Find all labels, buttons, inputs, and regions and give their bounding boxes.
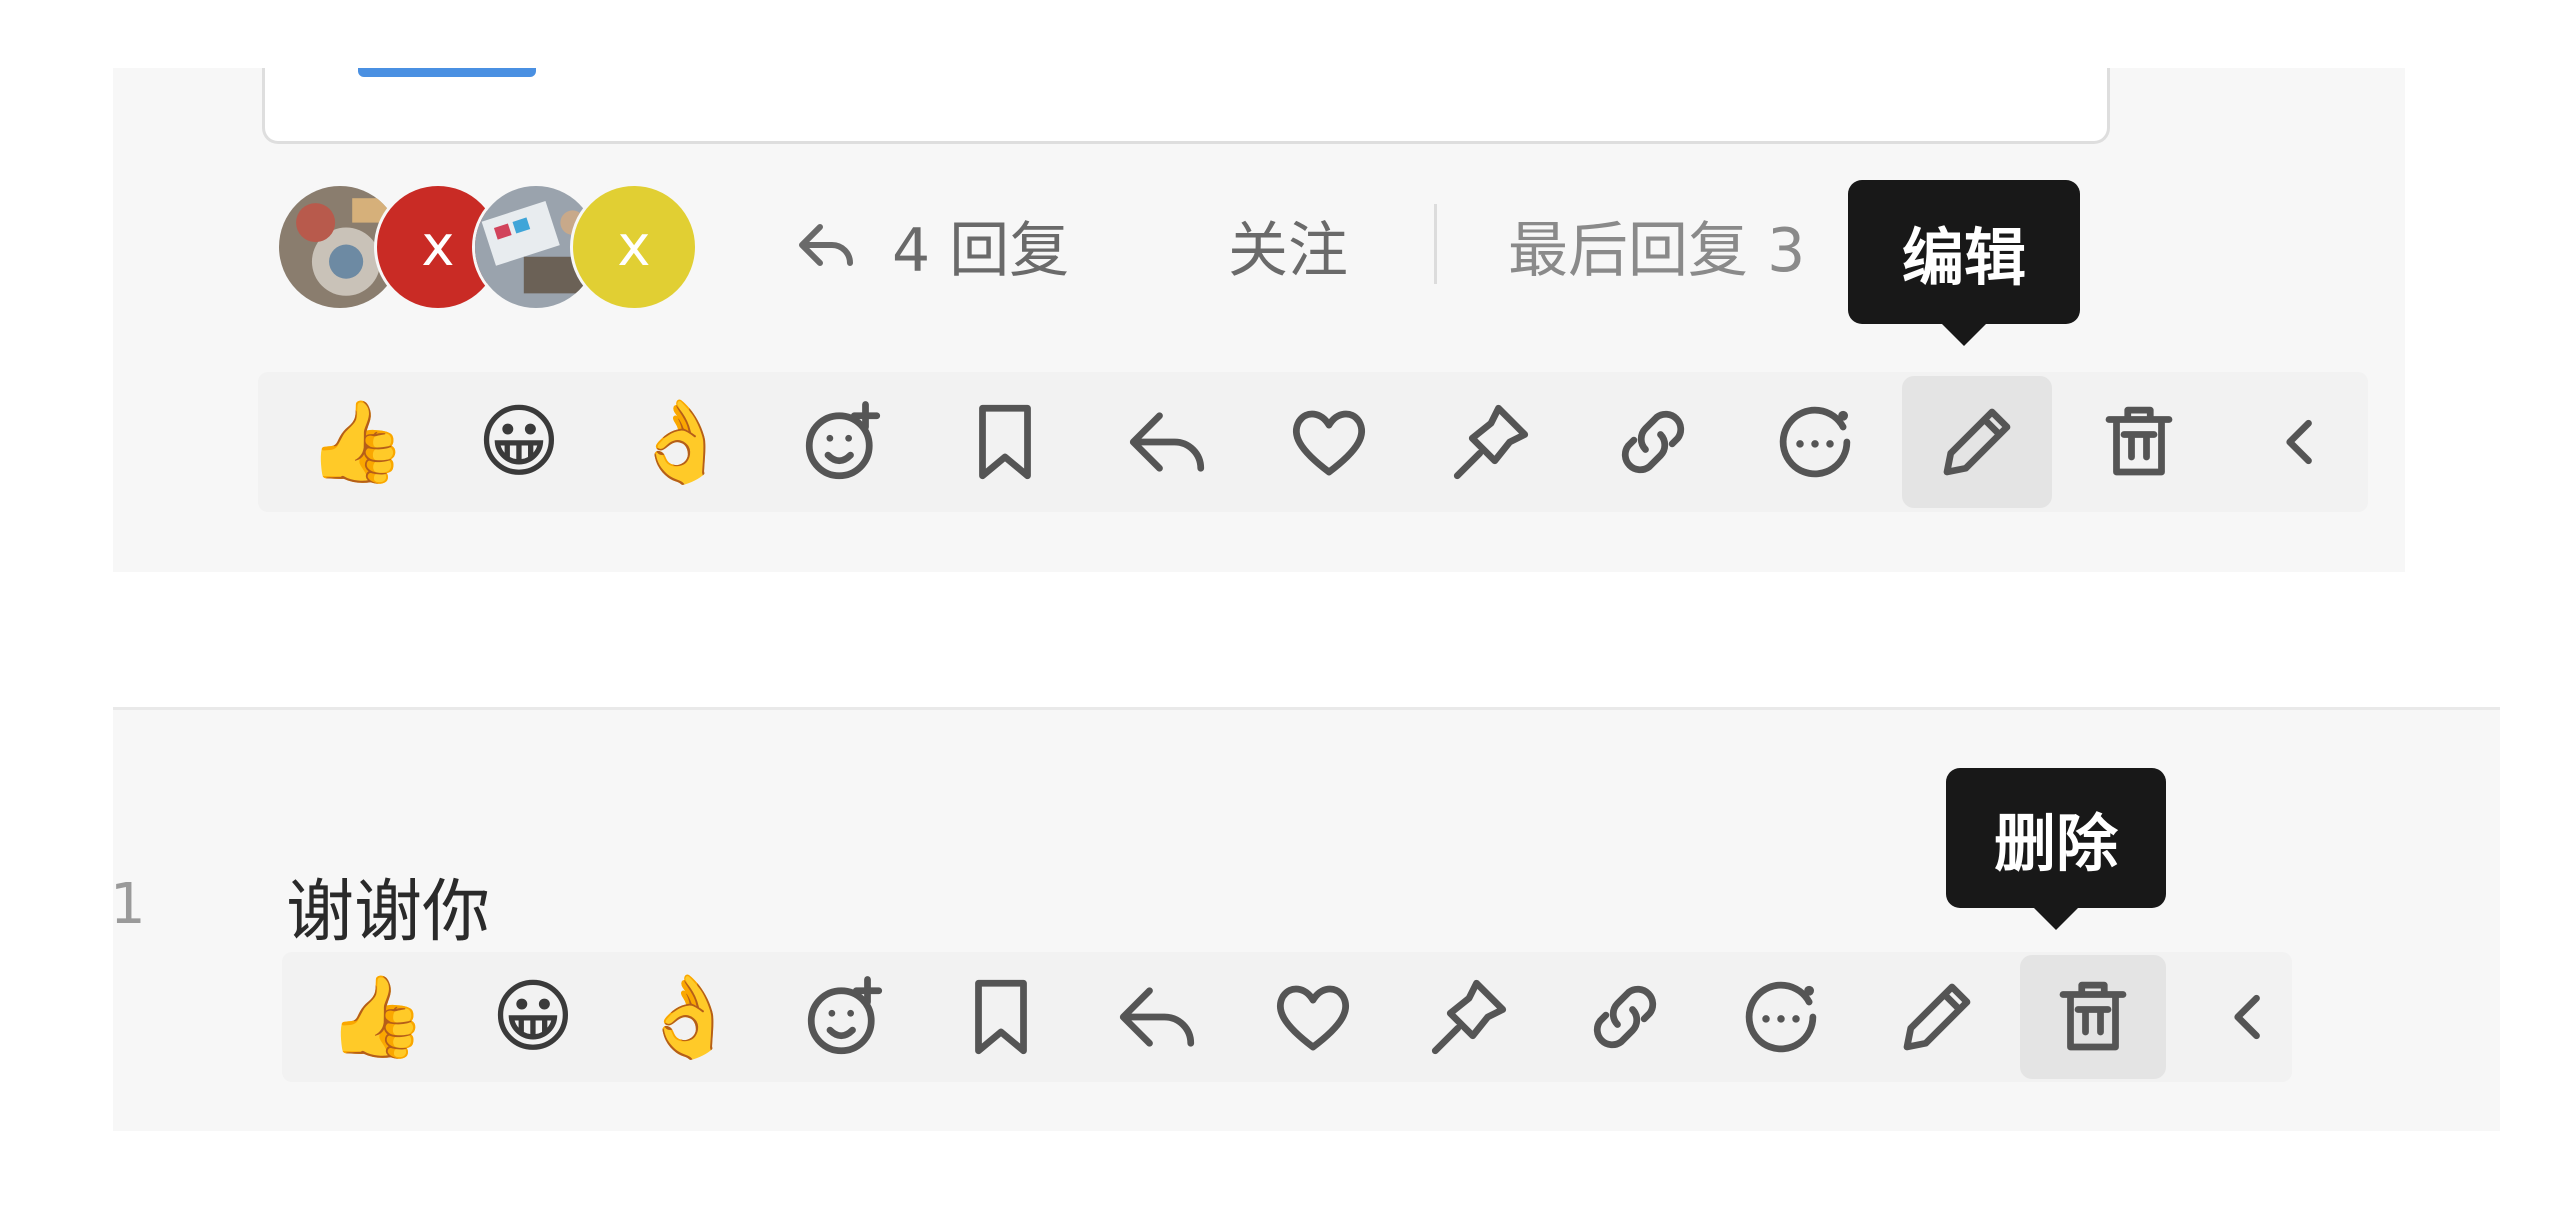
bookmark-icon [979, 404, 1031, 480]
copy-link-button[interactable] [1578, 376, 1728, 508]
like-button[interactable] [1240, 955, 1386, 1079]
pencil-icon [1903, 983, 1971, 1051]
ok-hand-reaction[interactable]: 👌 [616, 955, 762, 1079]
trash-icon [2105, 406, 2173, 476]
heart-icon [1292, 410, 1366, 476]
separator [1434, 204, 1437, 284]
delete-button[interactable] [2020, 955, 2166, 1079]
copy-link-button[interactable] [1552, 955, 1698, 1079]
reply-button[interactable] [1084, 955, 1230, 1079]
avatar-letter: x [421, 214, 455, 279]
ok-hand-emoji: 👌 [631, 395, 731, 488]
more-icon [1745, 981, 1817, 1053]
link-icon [1621, 410, 1685, 474]
reply-button[interactable] [1092, 376, 1242, 508]
pin-button[interactable] [1396, 955, 1542, 1079]
follow-button[interactable]: 关注 [1228, 200, 1348, 290]
collapse-button[interactable] [2226, 376, 2376, 508]
delete-tooltip: 删除 [1946, 768, 2166, 930]
pin-button[interactable] [1416, 376, 1566, 508]
grinning-face-emoji: 😀 [477, 395, 561, 488]
add-reaction-button[interactable] [768, 376, 918, 508]
message-card [262, 68, 2110, 144]
message-actions-toolbar: 👍 😀 👌 [258, 372, 2368, 512]
card-accent-bar [358, 68, 536, 77]
pin-icon [1431, 979, 1507, 1055]
edit-tooltip: 编辑 [1848, 180, 2080, 346]
emoji-plus-icon [805, 401, 881, 480]
edit-button[interactable] [1864, 955, 2010, 1079]
emoji-plus-icon [807, 976, 883, 1055]
bookmark-button[interactable] [928, 955, 1074, 1079]
line-number: 1 [110, 872, 146, 937]
link-icon [1593, 985, 1657, 1049]
grinning-reaction[interactable]: 😀 [460, 955, 606, 1079]
grinning-reaction[interactable]: 😀 [444, 376, 594, 508]
chevron-left-icon [2286, 419, 2312, 465]
reply-count-label: 4 回复 [892, 215, 1070, 286]
pin-icon [1453, 404, 1529, 480]
last-reply-label: 最后回复 3 [1508, 215, 1806, 286]
more-icon [1779, 406, 1851, 478]
thumbs-up-emoji: 👍 [307, 395, 407, 488]
avatar-letter: x [617, 214, 651, 279]
like-button[interactable] [1254, 376, 1404, 508]
thumbs-up-reaction[interactable]: 👍 [282, 376, 432, 508]
collapse-button[interactable] [2176, 955, 2322, 1079]
message-actions-toolbar: 👍 😀 👌 [282, 952, 2292, 1082]
reply-small-icon [799, 224, 853, 266]
pencil-icon [1943, 408, 2011, 476]
add-reaction-button[interactable] [772, 955, 918, 1079]
thumbs-up-emoji: 👍 [327, 970, 427, 1063]
thumbs-up-reaction[interactable]: 👍 [304, 955, 450, 1079]
more-actions-button[interactable] [1708, 955, 1854, 1079]
ok-hand-emoji: 👌 [639, 970, 739, 1063]
bookmark-icon [975, 979, 1027, 1055]
avatar[interactable]: x [570, 183, 698, 311]
edit-button[interactable] [1902, 376, 2052, 508]
more-actions-button[interactable] [1740, 376, 1890, 508]
heart-icon [1276, 985, 1350, 1051]
grinning-face-emoji: 😀 [491, 970, 575, 1063]
bookmark-button[interactable] [930, 376, 1080, 508]
trash-icon [2059, 981, 2127, 1051]
message-text: 谢谢你 [286, 873, 491, 952]
reply-count-link[interactable]: 4 回复 [790, 200, 1069, 290]
reply-icon [1119, 987, 1195, 1047]
ok-hand-reaction[interactable]: 👌 [606, 376, 756, 508]
chevron-left-icon [2234, 994, 2260, 1040]
reply-icon [1129, 412, 1205, 472]
delete-button[interactable] [2064, 376, 2214, 508]
